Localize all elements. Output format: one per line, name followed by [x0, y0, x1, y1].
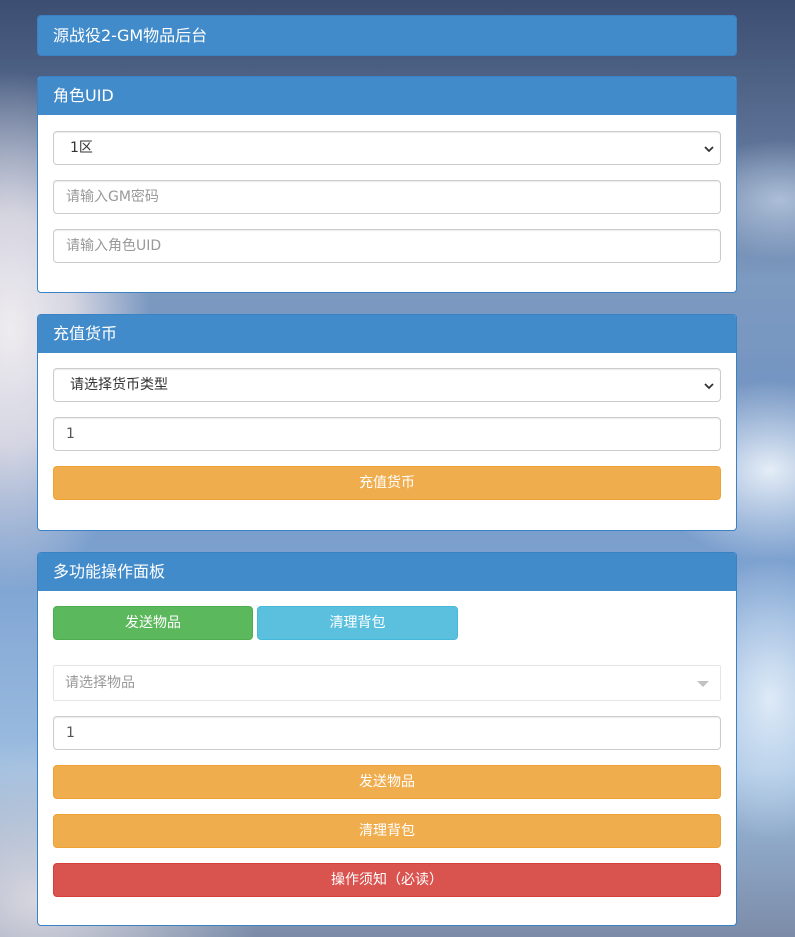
role-uid-panel: 角色UID 1区 请输入GM密码 请输入角色UID — [37, 76, 737, 293]
operation-notice-button[interactable]: 操作须知（必读） — [53, 863, 721, 897]
item-select-placeholder: 请选择物品 — [65, 675, 135, 691]
item-quantity-input[interactable]: 1 — [53, 716, 721, 750]
gm-password-input[interactable]: 请输入GM密码 — [53, 180, 721, 214]
multi-function-panel-title: 多功能操作面板 — [38, 553, 736, 591]
chevron-down-icon — [704, 132, 714, 164]
role-uid-panel-title: 角色UID — [38, 77, 736, 115]
tab-send-items[interactable]: 发送物品 — [53, 606, 253, 640]
item-select[interactable]: 请选择物品 — [53, 665, 721, 701]
server-select[interactable]: 1区 — [53, 131, 721, 165]
multi-function-panel: 多功能操作面板 发送物品 清理背包 请选择物品 1 发送物品 清理背包 操作须知… — [37, 552, 737, 926]
chevron-down-icon — [704, 369, 714, 401]
recharge-panel-title: 充值货币 — [38, 315, 736, 353]
clear-backpack-button[interactable]: 清理背包 — [53, 814, 721, 848]
send-items-button[interactable]: 发送物品 — [53, 765, 721, 799]
recharge-panel: 充值货币 请选择货币类型 1 充值货币 — [37, 314, 737, 531]
tab-clear-backpack[interactable]: 清理背包 — [257, 606, 458, 640]
page-title: 源战役2-GM物品后台 — [38, 16, 736, 55]
currency-type-value: 请选择货币类型 — [70, 377, 168, 393]
currency-type-select[interactable]: 请选择货币类型 — [53, 368, 721, 402]
server-select-value: 1区 — [70, 140, 93, 156]
currency-amount-input[interactable]: 1 — [53, 417, 721, 451]
role-uid-input[interactable]: 请输入角色UID — [53, 229, 721, 263]
title-panel: 源战役2-GM物品后台 — [37, 15, 737, 56]
caret-down-icon — [697, 681, 709, 687]
recharge-button[interactable]: 充值货币 — [53, 466, 721, 500]
